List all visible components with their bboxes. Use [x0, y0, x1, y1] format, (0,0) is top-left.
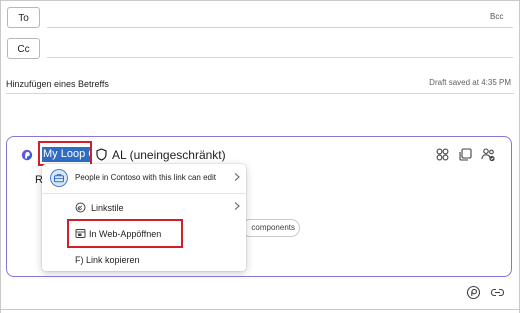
- loop-icon[interactable]: [465, 284, 482, 301]
- draft-status: Draft saved at 4:35 PM: [429, 78, 511, 87]
- cc-button[interactable]: Cc: [7, 38, 40, 59]
- menu-item-label: Linkstile: [91, 203, 124, 213]
- bcc-button[interactable]: Bcc: [490, 12, 503, 21]
- window-border-top: [0, 0, 520, 1]
- link-style-icon: [75, 202, 86, 213]
- menu-item-label: F) Link kopieren: [75, 255, 140, 265]
- link-scope-text: People in Contoso with this link can edi…: [75, 173, 216, 182]
- chevron-right-icon: [234, 173, 240, 181]
- title-highlight-callout: [38, 141, 92, 166]
- chevron-right-icon: [234, 202, 240, 210]
- window-border-left: [0, 0, 1, 313]
- components-pill[interactable]: components: [241, 219, 300, 237]
- to-button[interactable]: To: [7, 7, 40, 28]
- cc-field-underline[interactable]: [47, 57, 513, 58]
- open-in-web-highlight-callout: [67, 219, 183, 248]
- link-icon[interactable]: [489, 284, 506, 301]
- menu-item-copy-link[interactable]: [42, 250, 246, 270]
- sensitivity-label[interactable]: AL (uneingeschränkt): [112, 148, 226, 162]
- email-compose-window: To Bcc Cc Hinzufügen eines Betreffs Draf…: [0, 0, 520, 313]
- to-field-underline[interactable]: [47, 27, 513, 28]
- subject-underline: [6, 93, 514, 94]
- window-border-bottom: [0, 309, 520, 310]
- shield-icon: [96, 148, 107, 161]
- menu-item-link-style[interactable]: [42, 198, 246, 218]
- subject-field[interactable]: Hinzufügen eines Betreffs: [6, 79, 109, 89]
- loop-logo-icon: [21, 149, 33, 161]
- components-icon[interactable]: [435, 147, 450, 162]
- briefcase-icon: [54, 174, 64, 183]
- share-people-icon[interactable]: [481, 147, 496, 162]
- copy-icon[interactable]: [458, 147, 473, 162]
